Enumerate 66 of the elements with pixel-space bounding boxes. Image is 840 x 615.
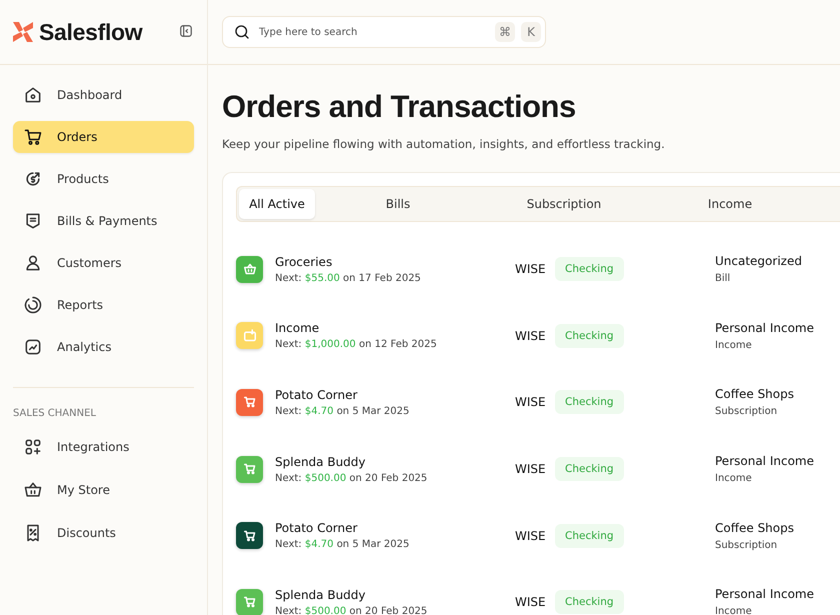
next-payment: Next: $500.00 on 20 Feb 2025 xyxy=(275,606,428,615)
next-payment: Next: $4.70 on 5 Mar 2025 xyxy=(275,406,410,417)
transaction-name: Splenda Buddy xyxy=(275,588,367,602)
bank-name: WISE xyxy=(515,595,547,610)
account-badge: Checking xyxy=(555,457,624,482)
transaction-type: Subscription xyxy=(715,406,778,418)
nav-item[interactable]: Analytics xyxy=(13,331,194,363)
tab[interactable]: All Active xyxy=(239,189,315,219)
bank-name: WISE xyxy=(515,262,547,276)
nav-item[interactable]: Reports xyxy=(13,289,194,321)
report-icon xyxy=(23,295,43,315)
tab[interactable]: Bills xyxy=(315,189,481,219)
cart-icon xyxy=(23,127,43,147)
page-title: Orders and Transactions xyxy=(222,89,577,125)
transaction-name: Income xyxy=(275,321,320,336)
bank-name: WISE xyxy=(515,395,547,410)
next-payment: Next: $500.00 on 20 Feb 2025 xyxy=(275,472,428,484)
logo-icon xyxy=(13,22,33,42)
page-subtitle: Keep your pipeline flowing with automation, insights, and effortless tracking. xyxy=(222,137,666,151)
brand-name: Salesflow xyxy=(39,18,142,46)
chart-icon xyxy=(23,337,43,357)
transaction-type: Income xyxy=(715,606,753,615)
account-badge: Checking xyxy=(555,390,624,414)
account-badge: Checking xyxy=(555,524,624,548)
nav-item[interactable]: Products xyxy=(13,163,194,195)
nav-item[interactable]: Orders xyxy=(13,121,194,153)
nav-item[interactable]: Customers xyxy=(13,247,194,279)
transaction-type: Income xyxy=(715,473,753,484)
transaction-name: Potato Corner xyxy=(275,388,358,402)
account-badge: Checking xyxy=(555,257,624,282)
category: Personal Income xyxy=(715,587,815,602)
shortcut-key: K xyxy=(521,22,541,42)
transaction-type: Subscription xyxy=(715,540,778,551)
account-badge: Checking xyxy=(555,324,624,348)
nav-item[interactable]: Bills & Payments xyxy=(13,205,194,237)
home-icon xyxy=(23,85,43,105)
next-payment: Next: $55.00 on 17 Feb 2025 xyxy=(275,272,422,284)
search-bar[interactable]: Type here to search ⌘ K xyxy=(222,16,546,48)
category: Personal Income xyxy=(715,454,815,468)
shortcut-key: ⌘ xyxy=(495,22,515,42)
search-input[interactable]: Type here to search xyxy=(257,26,489,38)
nav-item[interactable]: Integrations xyxy=(13,431,194,463)
tab[interactable]: Income xyxy=(647,189,813,219)
category: Coffee Shops xyxy=(715,520,796,535)
transaction-name: Groceries xyxy=(275,254,334,269)
next-payment: Next: $4.70 on 5 Mar 2025 xyxy=(275,539,410,550)
nav-item[interactable]: Discounts xyxy=(13,517,194,549)
category: Personal Income xyxy=(715,320,815,335)
account-badge: Checking xyxy=(555,590,624,614)
transaction-name: Potato Corner xyxy=(275,521,358,536)
search-icon xyxy=(233,23,251,41)
nav-item[interactable]: My Store xyxy=(13,474,194,506)
tab[interactable]: Subscription xyxy=(481,189,647,219)
category: Uncategorized xyxy=(715,254,803,268)
sidebar-toggle-icon[interactable] xyxy=(179,24,193,38)
nav-item[interactable]: Dashboard xyxy=(13,79,194,111)
transaction-type: Income xyxy=(715,340,753,351)
bank-name: WISE xyxy=(515,328,547,343)
apps-icon xyxy=(23,437,43,457)
section-heading: SALES CHANNEL xyxy=(13,408,97,419)
transaction-name: Splenda Buddy xyxy=(275,454,367,469)
category: Coffee Shops xyxy=(715,387,796,402)
bank-name: WISE xyxy=(515,462,547,476)
bank-name: WISE xyxy=(515,528,547,543)
next-payment: Next: $1,000.00 on 12 Feb 2025 xyxy=(275,339,438,350)
transaction-type: Bill xyxy=(715,273,732,284)
